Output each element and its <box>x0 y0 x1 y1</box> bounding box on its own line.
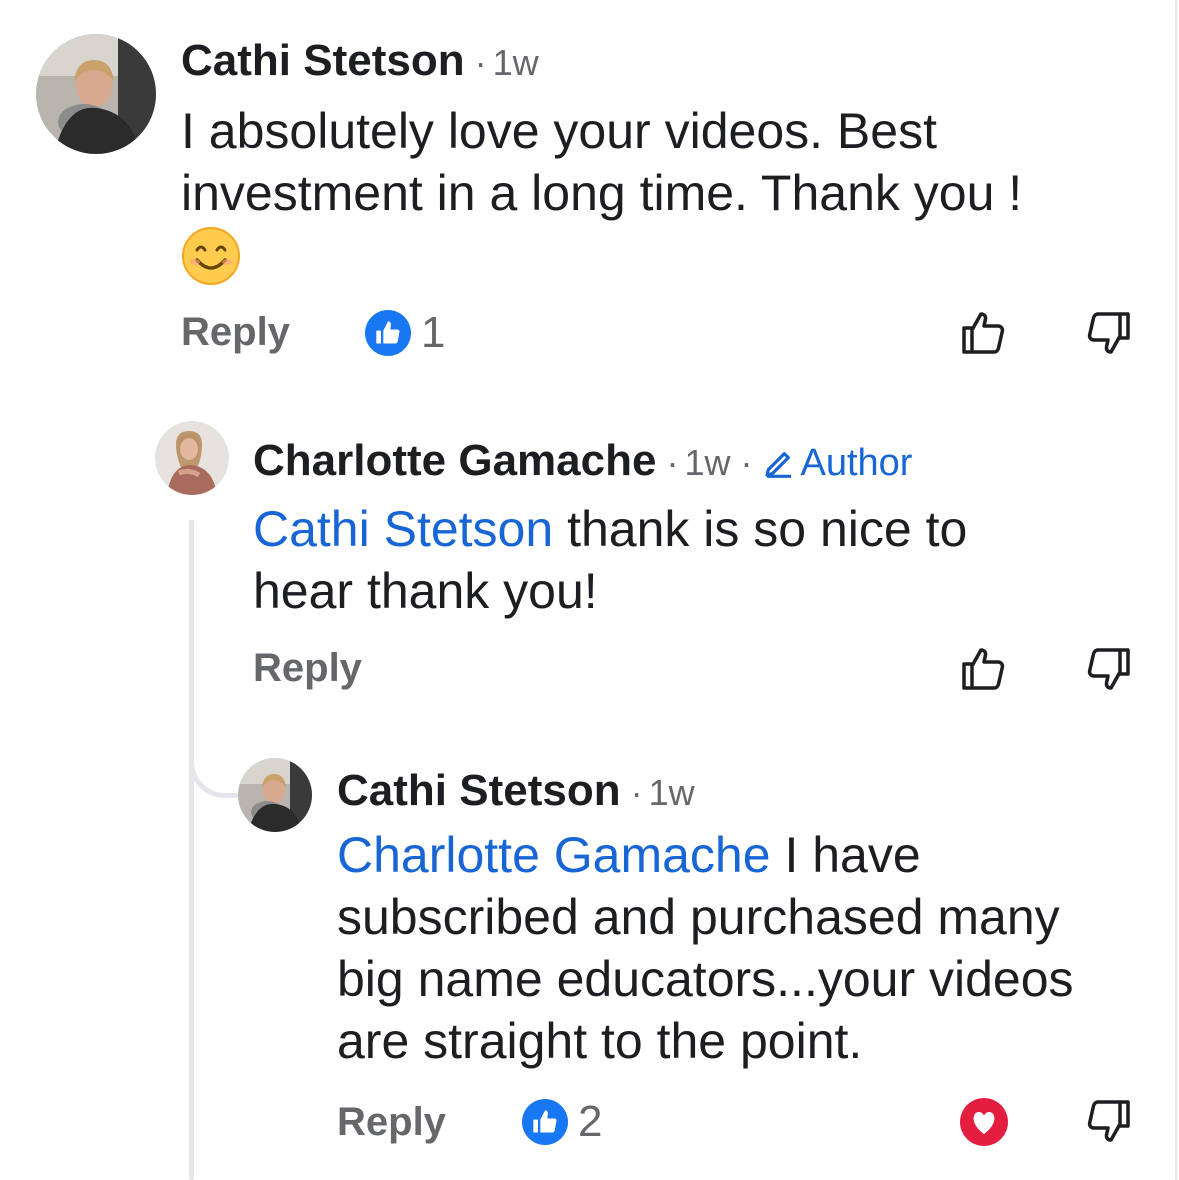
thumbs-up-icon[interactable] <box>960 644 1008 692</box>
avatar[interactable] <box>155 421 229 495</box>
separator-dot: · <box>740 442 753 483</box>
author-badge: Author <box>763 442 913 485</box>
author-badge-label: Author <box>800 442 913 484</box>
mention-link[interactable]: Cathi Stetson <box>253 501 553 557</box>
comment-text-line: big name educators...your videos <box>337 951 1074 1007</box>
comment-body: Cathi Stetson thank is so nice to hear t… <box>253 498 1153 622</box>
comment-text-line: subscribed and purchased many <box>337 889 1060 945</box>
reply-button[interactable]: Reply <box>337 1100 446 1145</box>
like-reaction-icon <box>365 310 411 356</box>
avatar[interactable] <box>36 34 156 154</box>
right-divider <box>1175 0 1177 1180</box>
comment-text-line: are straight to the point. <box>337 1013 863 1069</box>
thread-connector <box>189 720 239 798</box>
thread-line <box>189 520 194 1180</box>
comment-text-line: I absolutely love your videos. Best <box>181 103 937 159</box>
thumbs-up-icon[interactable] <box>960 308 1008 356</box>
thumbs-down-icon[interactable] <box>1084 646 1132 694</box>
author-name[interactable]: Cathi Stetson <box>181 36 465 86</box>
comment-header: Charlotte Gamache · 1w · Author <box>253 436 912 486</box>
avatar[interactable] <box>238 758 312 832</box>
author-name[interactable]: Cathi Stetson <box>337 766 621 816</box>
comment-text: thank is so nice to <box>553 501 968 557</box>
comment-body: I absolutely love your videos. Best inve… <box>181 100 1161 288</box>
timestamp[interactable]: 1w <box>684 442 730 484</box>
comment-header: Cathi Stetson · 1w <box>337 766 695 816</box>
mention-link[interactable]: Charlotte Gamache <box>337 827 771 883</box>
reaction-count: 1 <box>421 308 446 357</box>
pencil-icon <box>764 452 791 478</box>
like-reaction-icon <box>522 1099 568 1145</box>
separator-dot: · <box>666 442 679 483</box>
timestamp[interactable]: 1w <box>493 42 539 84</box>
timestamp[interactable]: 1w <box>649 772 695 814</box>
separator-dot: · <box>630 772 643 813</box>
author-name[interactable]: Charlotte Gamache <box>253 436 656 486</box>
thumbs-down-icon[interactable] <box>1084 1098 1132 1146</box>
comment-text-line: investment in a long time. Thank you ! <box>181 165 1023 221</box>
reaction-summary[interactable]: 2 <box>522 1097 602 1147</box>
reaction-summary[interactable]: 1 <box>365 308 445 358</box>
smiling-face-icon <box>181 226 241 286</box>
reply-button[interactable]: Reply <box>253 646 362 691</box>
reaction-count: 2 <box>578 1097 603 1146</box>
thumbs-down-icon[interactable] <box>1084 310 1132 358</box>
reply-button[interactable]: Reply <box>181 310 290 355</box>
heart-reaction-icon[interactable] <box>958 1096 1010 1148</box>
comment-text: I have <box>770 827 921 883</box>
comment-text-line: hear thank you! <box>253 563 598 619</box>
separator-dot: · <box>474 42 487 83</box>
comment-body: Charlotte Gamache I have subscribed and … <box>337 824 1167 1072</box>
comment-header: Cathi Stetson · 1w <box>181 36 539 86</box>
